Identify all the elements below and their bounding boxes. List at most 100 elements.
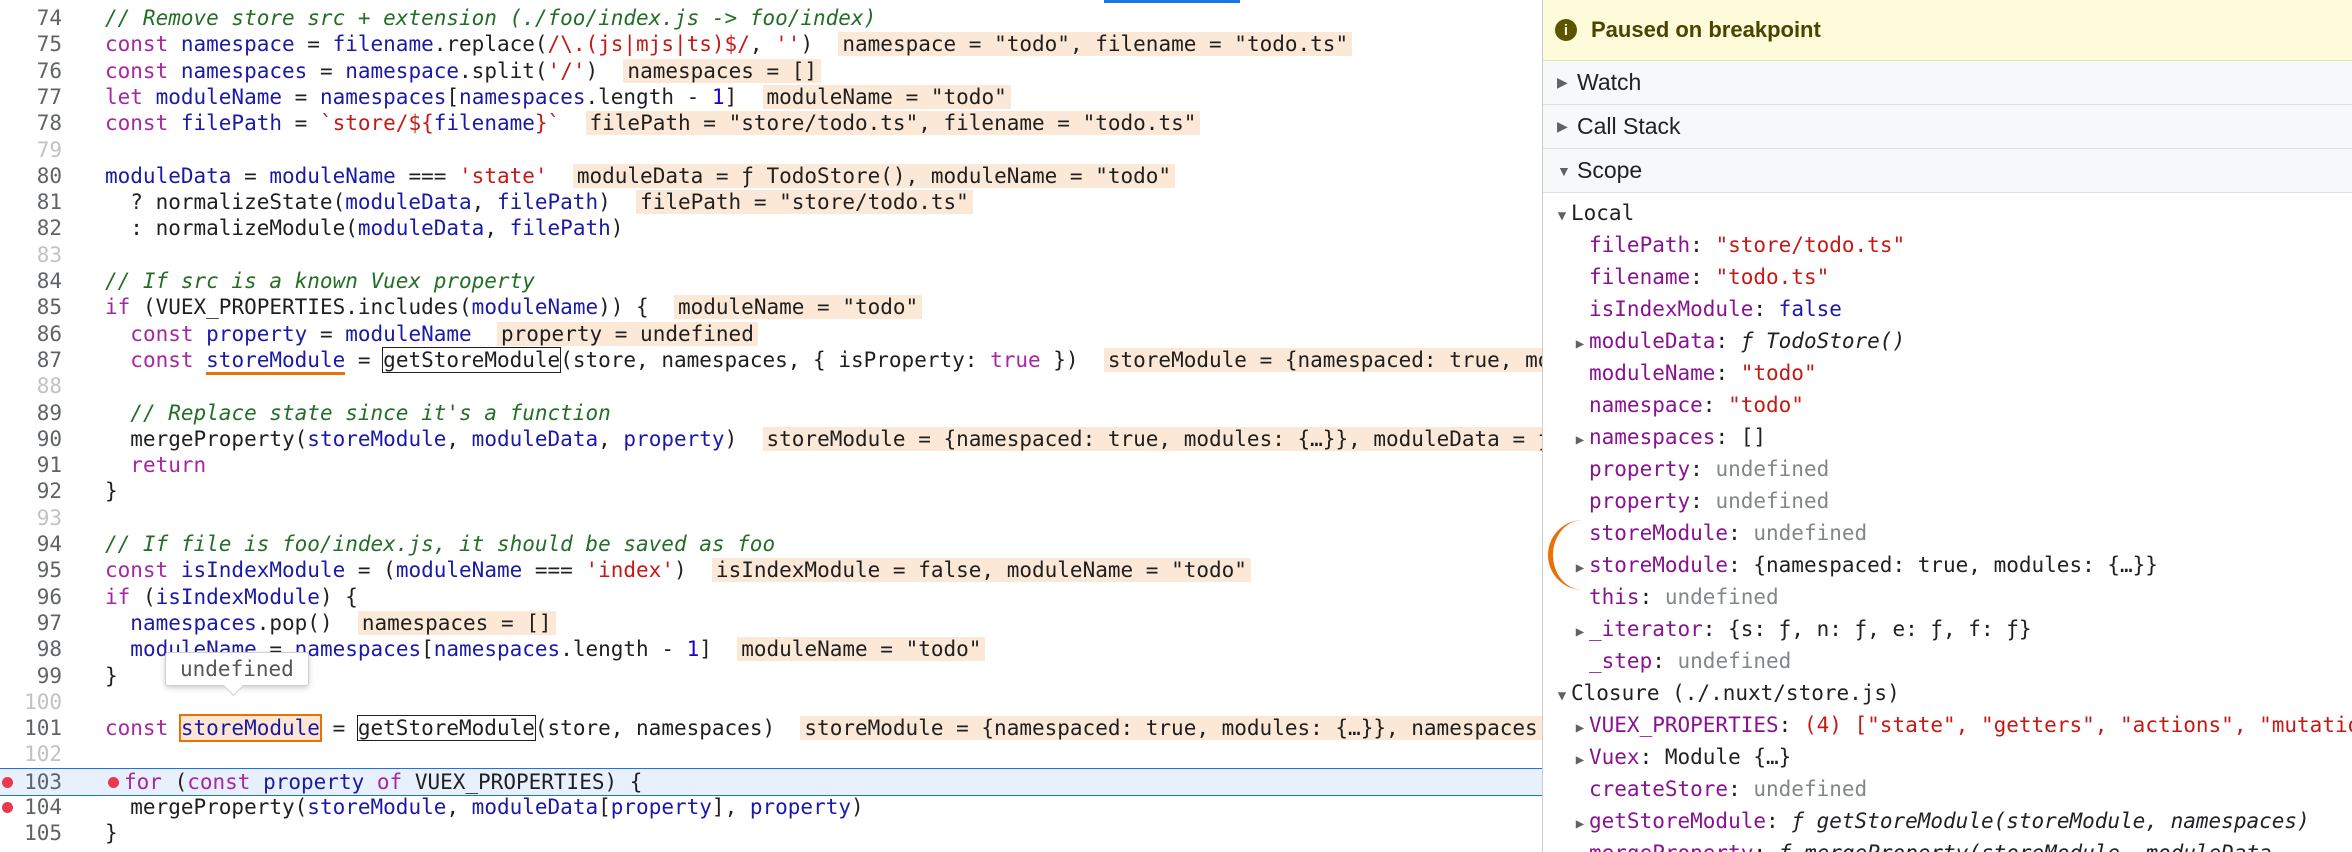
code-line[interactable]: 80 moduleData = moduleName === 'state' mo… [0,163,1542,189]
token[interactable]: moduleData [105,164,231,188]
token[interactable]: const [187,770,263,794]
variable-value[interactable]: {s: ƒ, n: ƒ, e: ƒ, f: ƒ} [1728,617,2031,641]
line-number[interactable]: 92 [0,478,62,504]
token[interactable]: .length - [560,637,686,661]
variable-value[interactable]: {namespaced: true, modules: {…}} [1753,553,2158,577]
token[interactable]: [ [598,795,611,819]
token[interactable]: getStoreModule [382,346,562,373]
code-line[interactable]: 89 // Replace state since it's a functio… [0,400,1542,426]
line-number[interactable]: 84 [0,268,62,294]
token[interactable]: )) { [598,295,674,319]
token[interactable]: filePath [181,111,282,135]
line-number[interactable]: 80 [0,163,62,189]
token[interactable]: return [130,453,206,477]
token[interactable]: namespaces [181,59,307,83]
token[interactable]: , [472,190,497,214]
line-number[interactable]: 98 [0,636,62,662]
token[interactable]: ) [611,216,624,240]
token[interactable]: ) [674,558,712,582]
variable-value[interactable]: "store/todo.ts" [1715,233,1905,257]
scope-variable[interactable]: moduleName: "todo" [1571,357,1817,389]
line-number[interactable]: 87 [0,347,62,373]
token[interactable]: (store, namespaces, { isProperty: [560,348,990,372]
section-watch[interactable]: ▶ Watch [1543,61,2352,105]
token[interactable]: property [623,427,724,451]
scope-group[interactable]: ▼ Closure (./.nuxt/store.js) [1553,677,1900,709]
token[interactable]: namespaces [130,611,256,635]
token[interactable]: namespace [181,32,295,56]
code-line[interactable]: 95 const isIndexModule = (moduleName === … [0,557,1542,583]
breakpoint-icon[interactable] [2,776,13,788]
line-number[interactable]: 95 [0,557,62,583]
triangle-right-icon[interactable]: ▶ [1571,424,1589,456]
scope-variable[interactable]: property: undefined [1571,485,1829,517]
code-line[interactable]: 90 mergeProperty(storeModule, moduleData… [0,426,1542,452]
token[interactable]: const [105,111,181,135]
token[interactable]: VUEX_PROPERTIES) { [415,770,643,794]
token[interactable] [560,111,585,135]
token[interactable]: property [611,795,712,819]
token[interactable]: namespaces [459,85,585,109]
token[interactable]: filePath [510,216,611,240]
token[interactable]: } [105,479,118,503]
token[interactable]: ) [598,190,636,214]
token[interactable]: , [446,427,471,451]
token[interactable]: moduleName [345,322,471,346]
code-line[interactable]: 76 const namespaces = namespace.split('/'… [0,58,1542,84]
token[interactable]: = [282,85,320,109]
token[interactable]: (VUEX_PROPERTIES.includes( [143,295,472,319]
token[interactable]: ( [143,585,156,609]
token[interactable]: const [130,322,206,346]
line-number[interactable]: 93 [0,505,62,531]
token[interactable]: namespaces [320,85,446,109]
line-number[interactable]: 86 [0,321,62,347]
token[interactable]: = [282,111,320,135]
token[interactable]: storeModule [307,427,446,451]
scope-variable[interactable]: filename: "todo.ts" [1571,261,1829,293]
code-line[interactable]: 97 namespaces.pop() namespaces = [] [0,610,1542,636]
line-number[interactable]: 88 [0,373,62,399]
token[interactable]: true [990,348,1041,372]
scope-variable[interactable]: _step: undefined [1571,645,1791,677]
token[interactable]: '' [775,32,800,56]
token[interactable]: = [345,348,383,372]
code-line[interactable]: 101 const storeModule = getStoreModule(st… [0,714,1542,743]
token[interactable]: .pop() [257,611,358,635]
token[interactable]: storeModule [307,795,446,819]
token[interactable]: ) [725,427,763,451]
token[interactable]: const [130,348,206,372]
section-scope[interactable]: ▼ Scope [1543,149,2352,193]
line-number[interactable]: 83 [0,242,62,268]
code-line[interactable]: 82 : normalizeModule(moduleData, filePat… [0,215,1542,241]
line-number[interactable]: 89 [0,400,62,426]
token[interactable]: ], [712,795,750,819]
token[interactable]: property [263,770,364,794]
line-number[interactable]: 100 [0,689,62,715]
token[interactable]: filename [434,111,535,135]
token[interactable]: of [364,770,415,794]
token[interactable] [105,611,130,635]
token[interactable]: ] [725,85,763,109]
token[interactable]: if [105,295,143,319]
variable-value[interactable]: undefined [1715,489,1829,513]
code-line[interactable]: 74 // Remove store src + extension (./foo… [0,5,1542,31]
token[interactable]: = [307,322,345,346]
token[interactable]: .length - [585,85,711,109]
token[interactable] [105,637,130,661]
code-line[interactable]: 75 const namespace = filename.replace(/\.… [0,31,1542,57]
token[interactable]: storeModule [178,714,322,743]
triangle-right-icon[interactable]: ▶ [1571,744,1589,776]
token[interactable]: 'index' [585,558,674,582]
token[interactable] [548,164,573,188]
code-line[interactable]: 87 const storeModule = getStoreModule(st… [0,346,1542,375]
line-number[interactable]: 96 [0,584,62,610]
token[interactable]: moduleData [358,216,484,240]
token[interactable]: ) [585,59,623,83]
code-line[interactable]: 94 // If file is foo/index.js, it should … [0,531,1542,557]
code-line[interactable]: 104 mergeProperty(storeModule, moduleDat… [0,794,1542,820]
token[interactable]: , [598,427,623,451]
triangle-right-icon[interactable]: ▶ [1571,616,1589,648]
token[interactable]: ] [699,637,737,661]
scope-variable[interactable]: property: undefined [1571,453,1829,485]
scope-variable[interactable]: isIndexModule: false [1571,293,1842,325]
